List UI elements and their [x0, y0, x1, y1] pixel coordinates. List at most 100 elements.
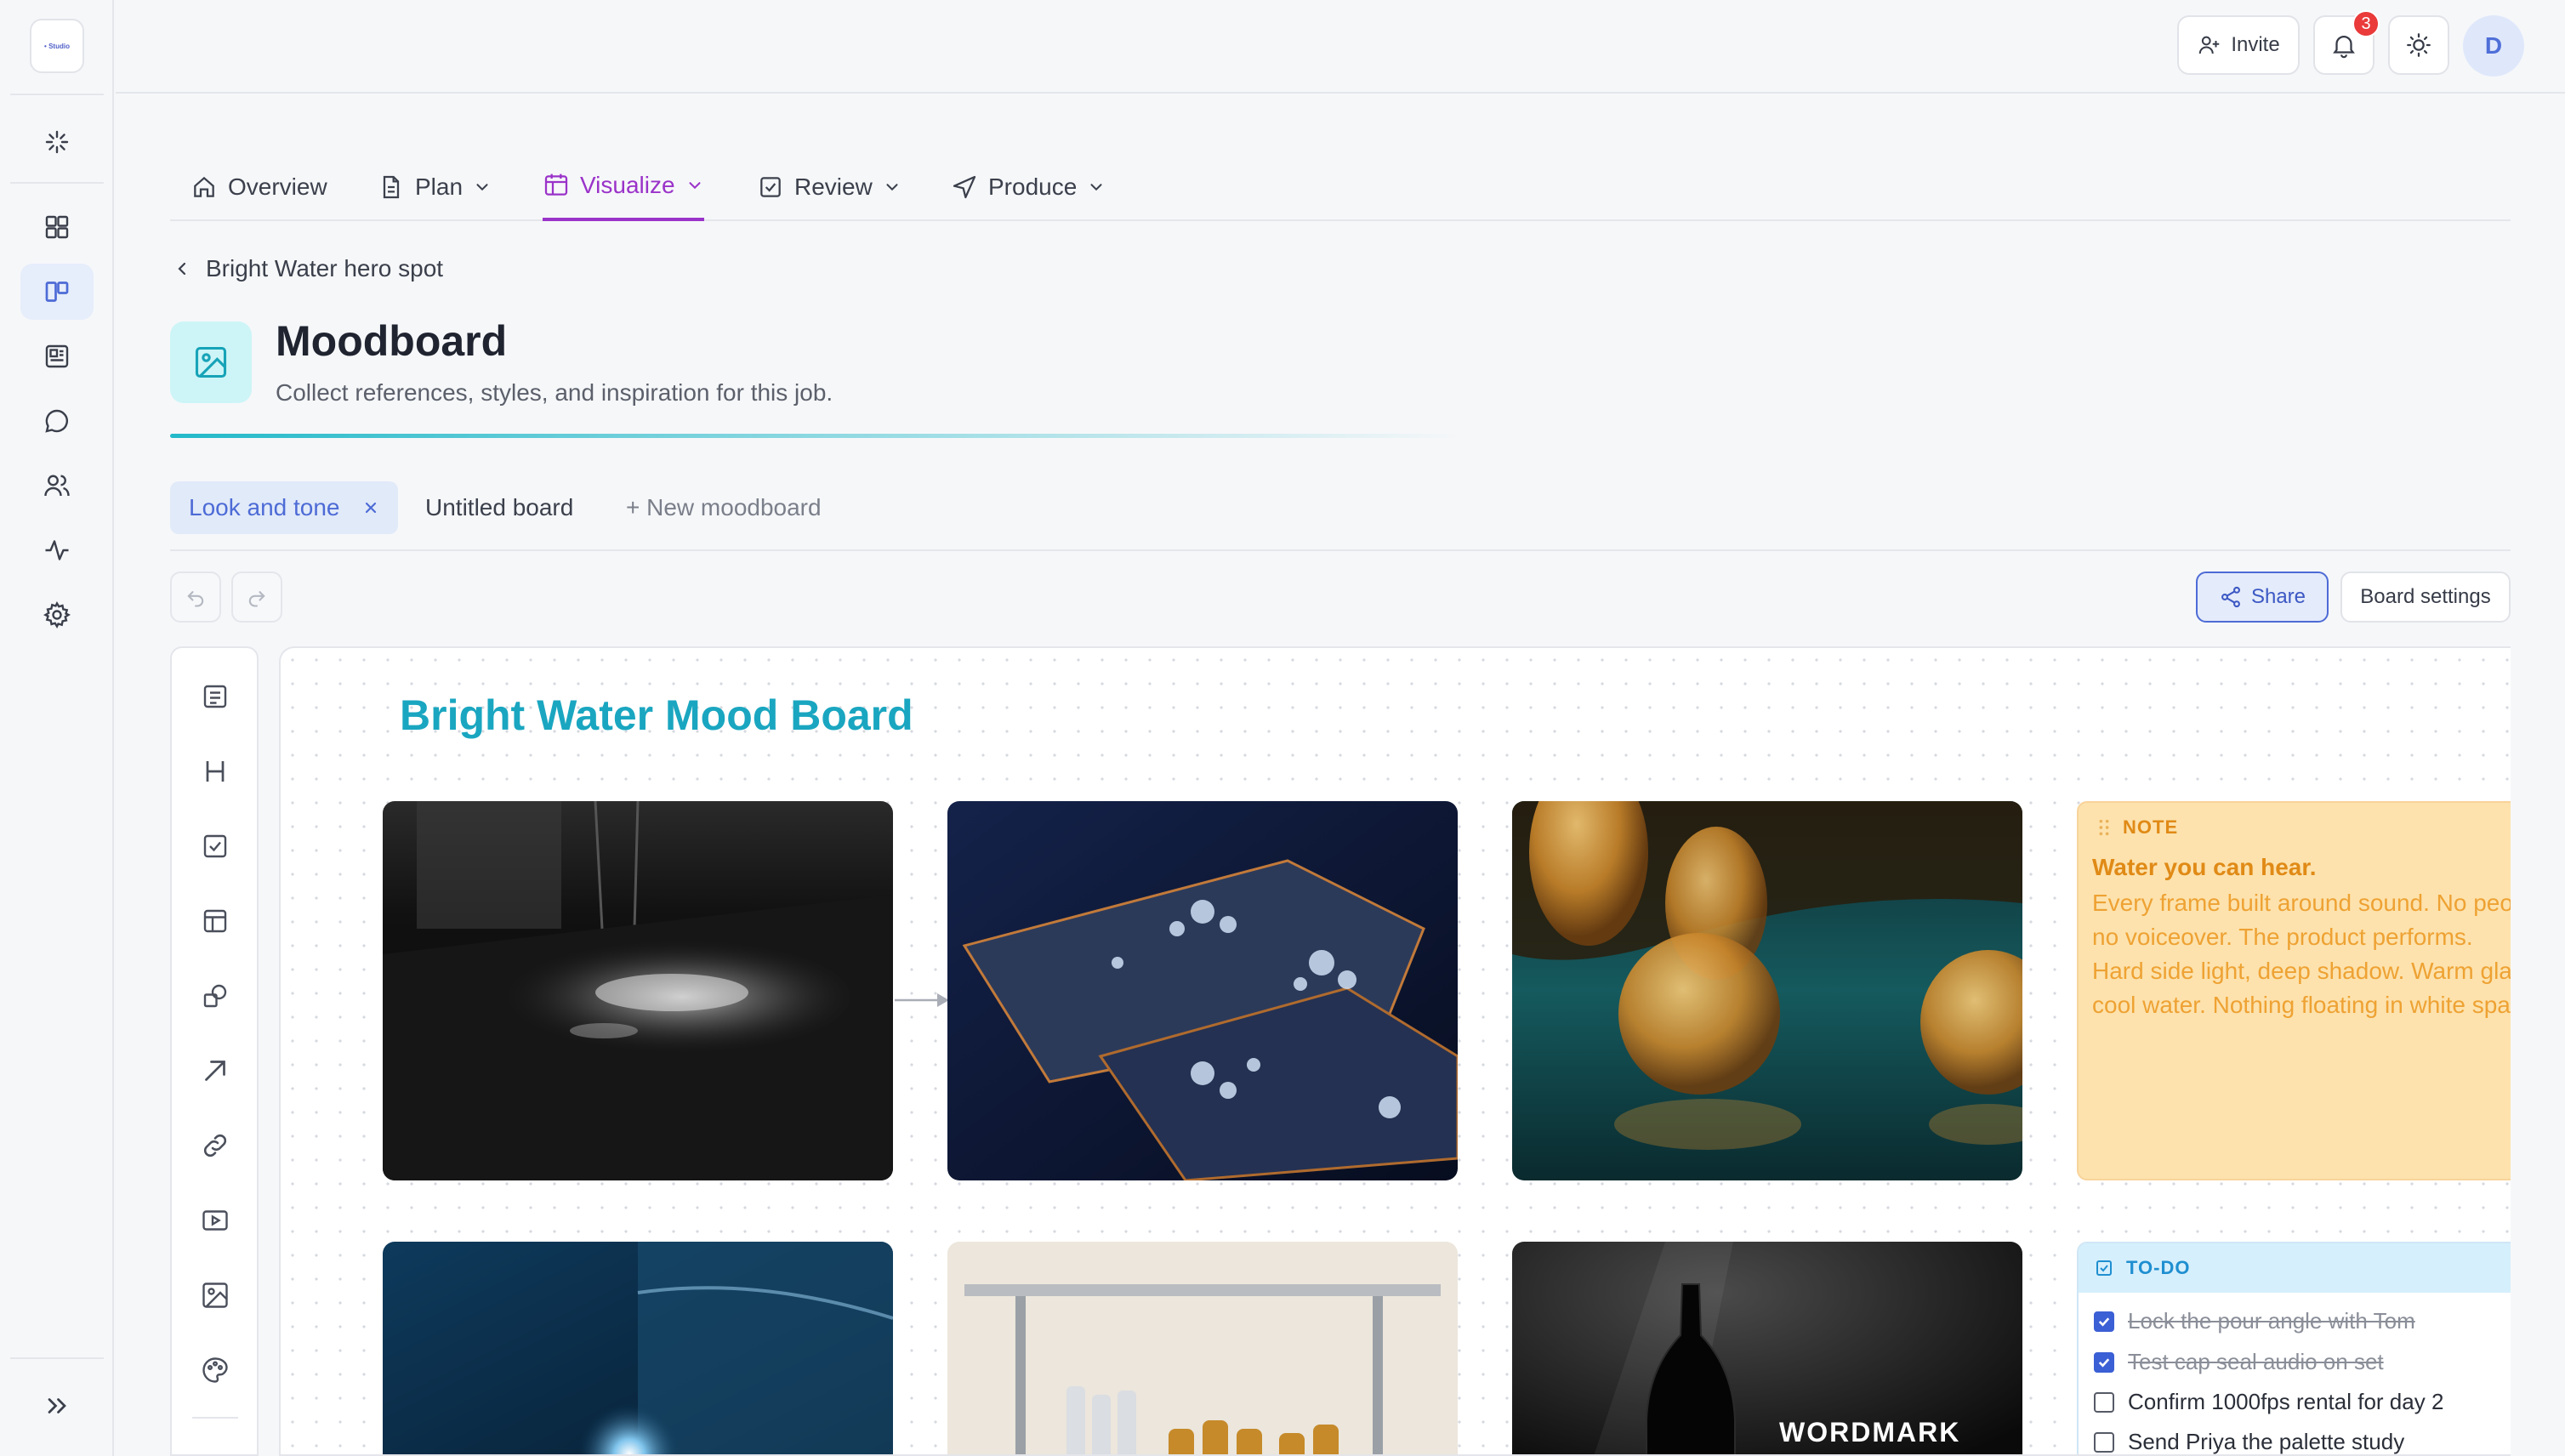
sidebar-item-boards[interactable] — [20, 264, 94, 320]
expand-sidebar-button[interactable] — [20, 1378, 94, 1434]
amber-glass-photo — [1512, 801, 2022, 1180]
connector-arrow[interactable] — [895, 990, 951, 1010]
double-chevron-right-icon — [48, 1398, 66, 1413]
board-settings-button[interactable]: Board settings — [2340, 572, 2511, 623]
tab-overview[interactable]: Overview — [191, 153, 327, 221]
drag-handle-icon[interactable] — [2097, 818, 2111, 837]
note-line: cool water. Nothing floating in white sp… — [2092, 992, 2511, 1018]
invite-button[interactable]: Invite — [2177, 15, 2300, 75]
sidebar-item-messages[interactable] — [20, 393, 94, 449]
todo-text: Lock the pour angle with Tom — [2128, 1308, 2415, 1334]
breadcrumb-label: Bright Water hero spot — [206, 255, 444, 282]
tab-label: Visualize — [580, 172, 675, 198]
sidebar-item-gallery[interactable] — [20, 328, 94, 384]
tool-heading[interactable] — [192, 748, 238, 794]
tab-visualize[interactable]: Visualize — [543, 153, 704, 221]
tab-label: Produce — [988, 173, 1078, 200]
tool-arrow[interactable] — [192, 1048, 238, 1094]
home-icon — [194, 176, 214, 197]
sidebar-item-activity[interactable] — [20, 522, 94, 578]
undo-button[interactable] — [170, 572, 221, 623]
sidebar-item-dashboard[interactable] — [20, 199, 94, 255]
bottle-shelf-photo — [947, 1242, 1458, 1454]
checkbox-unchecked[interactable] — [2094, 1391, 2114, 1413]
notifications-button[interactable]: 3 — [2313, 10, 2380, 75]
wordmark-text: WORDMARK — [1779, 1417, 1961, 1447]
water-drop-photo — [383, 1242, 893, 1454]
dashboard-icon — [45, 215, 69, 239]
note-line: no voiceover. The product performs. — [2092, 924, 2473, 950]
theme-toggle-button[interactable] — [2388, 15, 2449, 75]
sidebar-item-team[interactable] — [20, 458, 94, 514]
image-bottle-shelf[interactable] — [947, 1242, 1458, 1454]
tool-link[interactable] — [192, 1123, 238, 1169]
page-title: Moodboard — [276, 317, 508, 365]
todo-item[interactable]: Lock the pour angle with Tom — [2094, 1308, 2415, 1334]
redo-button[interactable] — [231, 572, 282, 623]
tool-text[interactable] — [192, 674, 238, 719]
checkbox-checked[interactable] — [2094, 1351, 2114, 1373]
tab-produce[interactable]: Produce — [951, 153, 1106, 221]
sparkle-icon — [45, 130, 69, 154]
gear-icon — [43, 601, 71, 628]
image-wet-slate[interactable] — [383, 801, 893, 1180]
sidebar-divider — [10, 182, 104, 184]
link-icon — [203, 1134, 227, 1157]
close-icon[interactable] — [362, 499, 379, 516]
board-tab-untitled[interactable]: Untitled board — [425, 481, 573, 534]
tool-shapes[interactable] — [192, 973, 238, 1019]
todo-item[interactable]: Test cap seal audio on set — [2094, 1349, 2384, 1375]
moodboard-canvas[interactable]: Bright Water Mood Board NOTE Water you c… — [279, 646, 2511, 1456]
shapes-icon — [203, 984, 227, 1008]
image-water-drop[interactable] — [383, 1242, 893, 1454]
palette-icon — [202, 1357, 228, 1383]
todo-text: Test cap seal audio on set — [2128, 1349, 2384, 1374]
chevron-down-icon — [1090, 184, 1102, 191]
note-card[interactable]: NOTE Water you can hear. Every frame bui… — [2077, 801, 2511, 1180]
app-logo[interactable]: • Studio — [30, 19, 84, 73]
arrow-icon — [205, 1061, 225, 1081]
new-moodboard-label: + New moodboard — [626, 494, 822, 520]
tool-todo[interactable] — [192, 823, 238, 869]
todo-card[interactable]: TO-DO Lock the pour angle with Tom Test … — [2077, 1242, 2511, 1454]
image-slate-ice[interactable] — [947, 801, 1458, 1180]
breadcrumb[interactable]: Bright Water hero spot — [172, 255, 443, 282]
chevron-down-icon — [476, 184, 488, 191]
wet-slate-photo — [383, 801, 893, 1180]
tool-palette-color[interactable] — [192, 1347, 238, 1393]
share-icon — [2221, 586, 2240, 608]
board-icon — [544, 173, 568, 196]
tool-image[interactable] — [192, 1272, 238, 1318]
tool-video[interactable] — [192, 1197, 238, 1243]
share-label: Share — [2250, 585, 2306, 608]
image-amber-glass[interactable] — [1512, 801, 2022, 1180]
tab-plan[interactable]: Plan — [378, 153, 492, 221]
new-moodboard-button[interactable]: + New moodboard — [626, 481, 822, 534]
user-plus-icon — [2199, 36, 2220, 54]
note-label: NOTE — [2123, 816, 2179, 838]
avatar[interactable]: D — [2463, 15, 2524, 77]
sun-icon — [2407, 33, 2431, 57]
todo-header: TO-DO — [2079, 1243, 2511, 1293]
notification-count-badge: 3 — [2352, 10, 2380, 37]
board-tab-label: Look and tone — [189, 494, 340, 520]
board-title[interactable]: Bright Water Mood Board — [400, 691, 913, 740]
check-square-icon — [760, 177, 781, 197]
image-bottle-wordmark[interactable]: WORDMARK — [1512, 1242, 2022, 1454]
todo-item[interactable]: Send Priya the palette study — [2094, 1429, 2404, 1454]
share-button[interactable]: Share — [2196, 572, 2329, 623]
checkbox-unchecked[interactable] — [2094, 1431, 2114, 1453]
chevron-down-icon — [689, 182, 701, 190]
logo-text: • Studio — [44, 42, 70, 50]
board-tab-look-and-tone[interactable]: Look and tone — [170, 481, 398, 534]
boards-icon — [45, 282, 69, 302]
note-body: Every frame built around sound. No peo n… — [2092, 886, 2511, 1022]
tab-review[interactable]: Review — [757, 153, 901, 221]
checkbox-checked[interactable] — [2094, 1311, 2114, 1332]
tool-layout[interactable] — [192, 898, 238, 944]
sparkle-button[interactable] — [20, 114, 94, 170]
invite-label: Invite — [2231, 33, 2280, 56]
sidebar-item-settings[interactable] — [20, 587, 94, 643]
todo-item[interactable]: Confirm 1000fps rental for day 2 — [2094, 1389, 2443, 1415]
board-tab-label: Untitled board — [425, 494, 574, 520]
